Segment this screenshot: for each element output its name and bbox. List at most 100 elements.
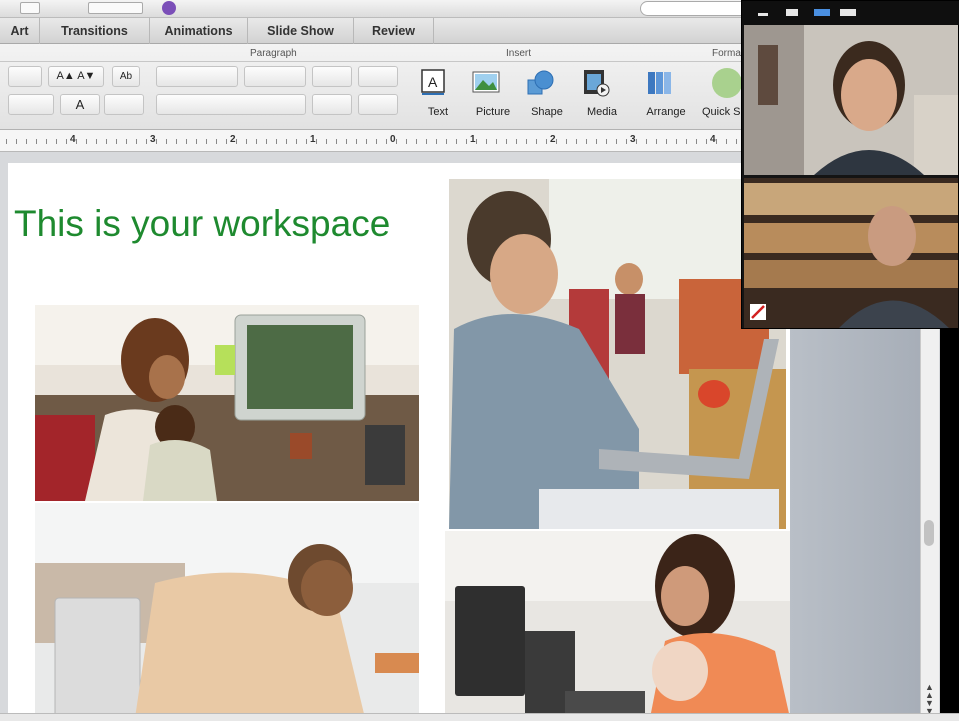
text-effects-button[interactable] — [8, 94, 54, 115]
toolbar-control[interactable] — [20, 2, 40, 14]
media-icon[interactable] — [582, 68, 610, 98]
arrange-icon[interactable] — [646, 68, 674, 98]
ruler-tick — [606, 139, 607, 144]
ruler-tick — [696, 139, 697, 144]
photo-man-typing-laptop[interactable] — [449, 179, 786, 529]
photo-woman-with-baby[interactable] — [35, 305, 419, 501]
ruler-tick — [236, 139, 237, 144]
ruler-number: 2 — [550, 134, 556, 145]
ruler-tick — [116, 139, 117, 144]
ruler-tick — [316, 139, 317, 144]
ruler-tick — [6, 139, 7, 144]
shape-icon[interactable] — [526, 68, 554, 98]
ribbon-divider — [0, 61, 745, 62]
ruler-tick — [546, 139, 547, 144]
picture-icon[interactable] — [472, 68, 500, 98]
paragraph-group-title: Paragraph — [250, 48, 297, 59]
ruler-number: 1 — [310, 134, 316, 145]
ruler-tick — [466, 139, 467, 144]
ruler-tick — [506, 139, 507, 144]
photo-man-lying-with-laptop[interactable] — [35, 503, 419, 718]
scrollbar-thumb[interactable] — [924, 520, 934, 546]
ruler-tick — [416, 139, 417, 144]
slide[interactable]: This is your workspace — [8, 163, 790, 718]
ruler-tick — [196, 139, 197, 144]
format-group-title: Forma — [712, 48, 741, 59]
ruler-tick — [676, 139, 677, 144]
tab-art[interactable]: Art — [0, 18, 40, 44]
window-icon[interactable] — [786, 9, 798, 16]
ruler-tick — [716, 139, 717, 144]
participant-video-1[interactable] — [744, 25, 958, 175]
insert-group-title: Insert — [506, 48, 532, 59]
ruler-tick — [586, 139, 587, 144]
tab-slide-show[interactable]: Slide Show — [248, 18, 354, 44]
columns-button[interactable] — [358, 66, 398, 87]
ruler-tick — [406, 139, 407, 144]
picture-button-label[interactable]: Picture — [466, 106, 520, 118]
ruler-tick — [126, 139, 127, 144]
vertical-scrollbar[interactable] — [920, 318, 939, 718]
svg-text:A: A — [428, 74, 438, 90]
tab-animations[interactable]: Animations — [150, 18, 248, 44]
quick-styles-icon[interactable] — [712, 68, 742, 98]
ruler-tick — [736, 139, 737, 144]
ruler-tick — [326, 139, 327, 144]
shape-button-label[interactable]: Shape — [522, 106, 572, 118]
text-button-label[interactable]: Text — [418, 106, 458, 118]
side-panel — [790, 318, 920, 718]
ruler-tick — [446, 139, 447, 144]
ruler-tick — [386, 139, 387, 144]
ruler-number: 1 — [470, 134, 476, 145]
align-text-button[interactable] — [358, 94, 398, 115]
photo-woman-baby-desk[interactable] — [445, 531, 790, 718]
ruler-tick — [626, 139, 627, 144]
ruler-number: 0 — [390, 134, 396, 145]
bullets-button[interactable] — [156, 66, 238, 87]
ruler-tick — [246, 139, 247, 144]
ruler-tick — [486, 139, 487, 144]
media-button-label[interactable]: Media — [578, 106, 626, 118]
muted-microphone-icon — [748, 303, 766, 321]
ruler-tick — [376, 139, 377, 144]
arrange-button-label[interactable]: Arrange — [638, 106, 694, 118]
minimize-icon[interactable] — [758, 13, 768, 16]
font-size-dropdown[interactable] — [8, 66, 42, 87]
scroll-arrow-buttons[interactable]: ▲ ▲ ▼ ▼ — [921, 683, 938, 717]
font-color-button[interactable]: A — [60, 94, 100, 115]
text-direction-button[interactable] — [312, 94, 352, 115]
ruler-tick — [436, 139, 437, 144]
line-spacing-button[interactable] — [312, 66, 352, 87]
indent-buttons[interactable] — [244, 66, 306, 87]
toolbar-field[interactable] — [88, 2, 143, 14]
status-bar — [0, 713, 959, 721]
text-box-icon[interactable]: A — [420, 68, 448, 98]
quick-styles-button-label[interactable]: Quick S — [702, 106, 745, 118]
ruler-tick — [576, 139, 577, 144]
slide-title[interactable]: This is your workspace — [14, 203, 390, 245]
ruler-tick — [26, 139, 27, 144]
participant-video-2[interactable] — [744, 178, 958, 328]
tab-review[interactable]: Review — [354, 18, 434, 44]
ruler-tick — [336, 139, 337, 144]
search-field[interactable] — [640, 1, 750, 16]
ruler-tick — [66, 139, 67, 144]
ruler-tick — [636, 139, 637, 144]
ruler-tick — [226, 139, 227, 144]
ruler-tick — [96, 139, 97, 144]
font-size-buttons[interactable]: A▲ A▼ — [48, 66, 104, 87]
ruler-tick — [46, 139, 47, 144]
ruler-tick — [266, 139, 267, 144]
grid-view-icon[interactable] — [814, 9, 830, 16]
ruler-number: 4 — [710, 134, 716, 145]
highlight-button[interactable] — [104, 94, 144, 115]
ruler-tick — [366, 139, 367, 144]
alignment-buttons[interactable] — [156, 94, 306, 115]
video-call-window[interactable] — [741, 0, 959, 329]
clear-formatting-button[interactable]: Ab — [112, 66, 140, 87]
ruler-tick — [646, 139, 647, 144]
font-size-up-glyph: A▲ — [56, 70, 75, 82]
ruler-tick — [726, 139, 727, 144]
tab-transitions[interactable]: Transitions — [40, 18, 150, 44]
fullscreen-icon[interactable] — [840, 9, 856, 16]
